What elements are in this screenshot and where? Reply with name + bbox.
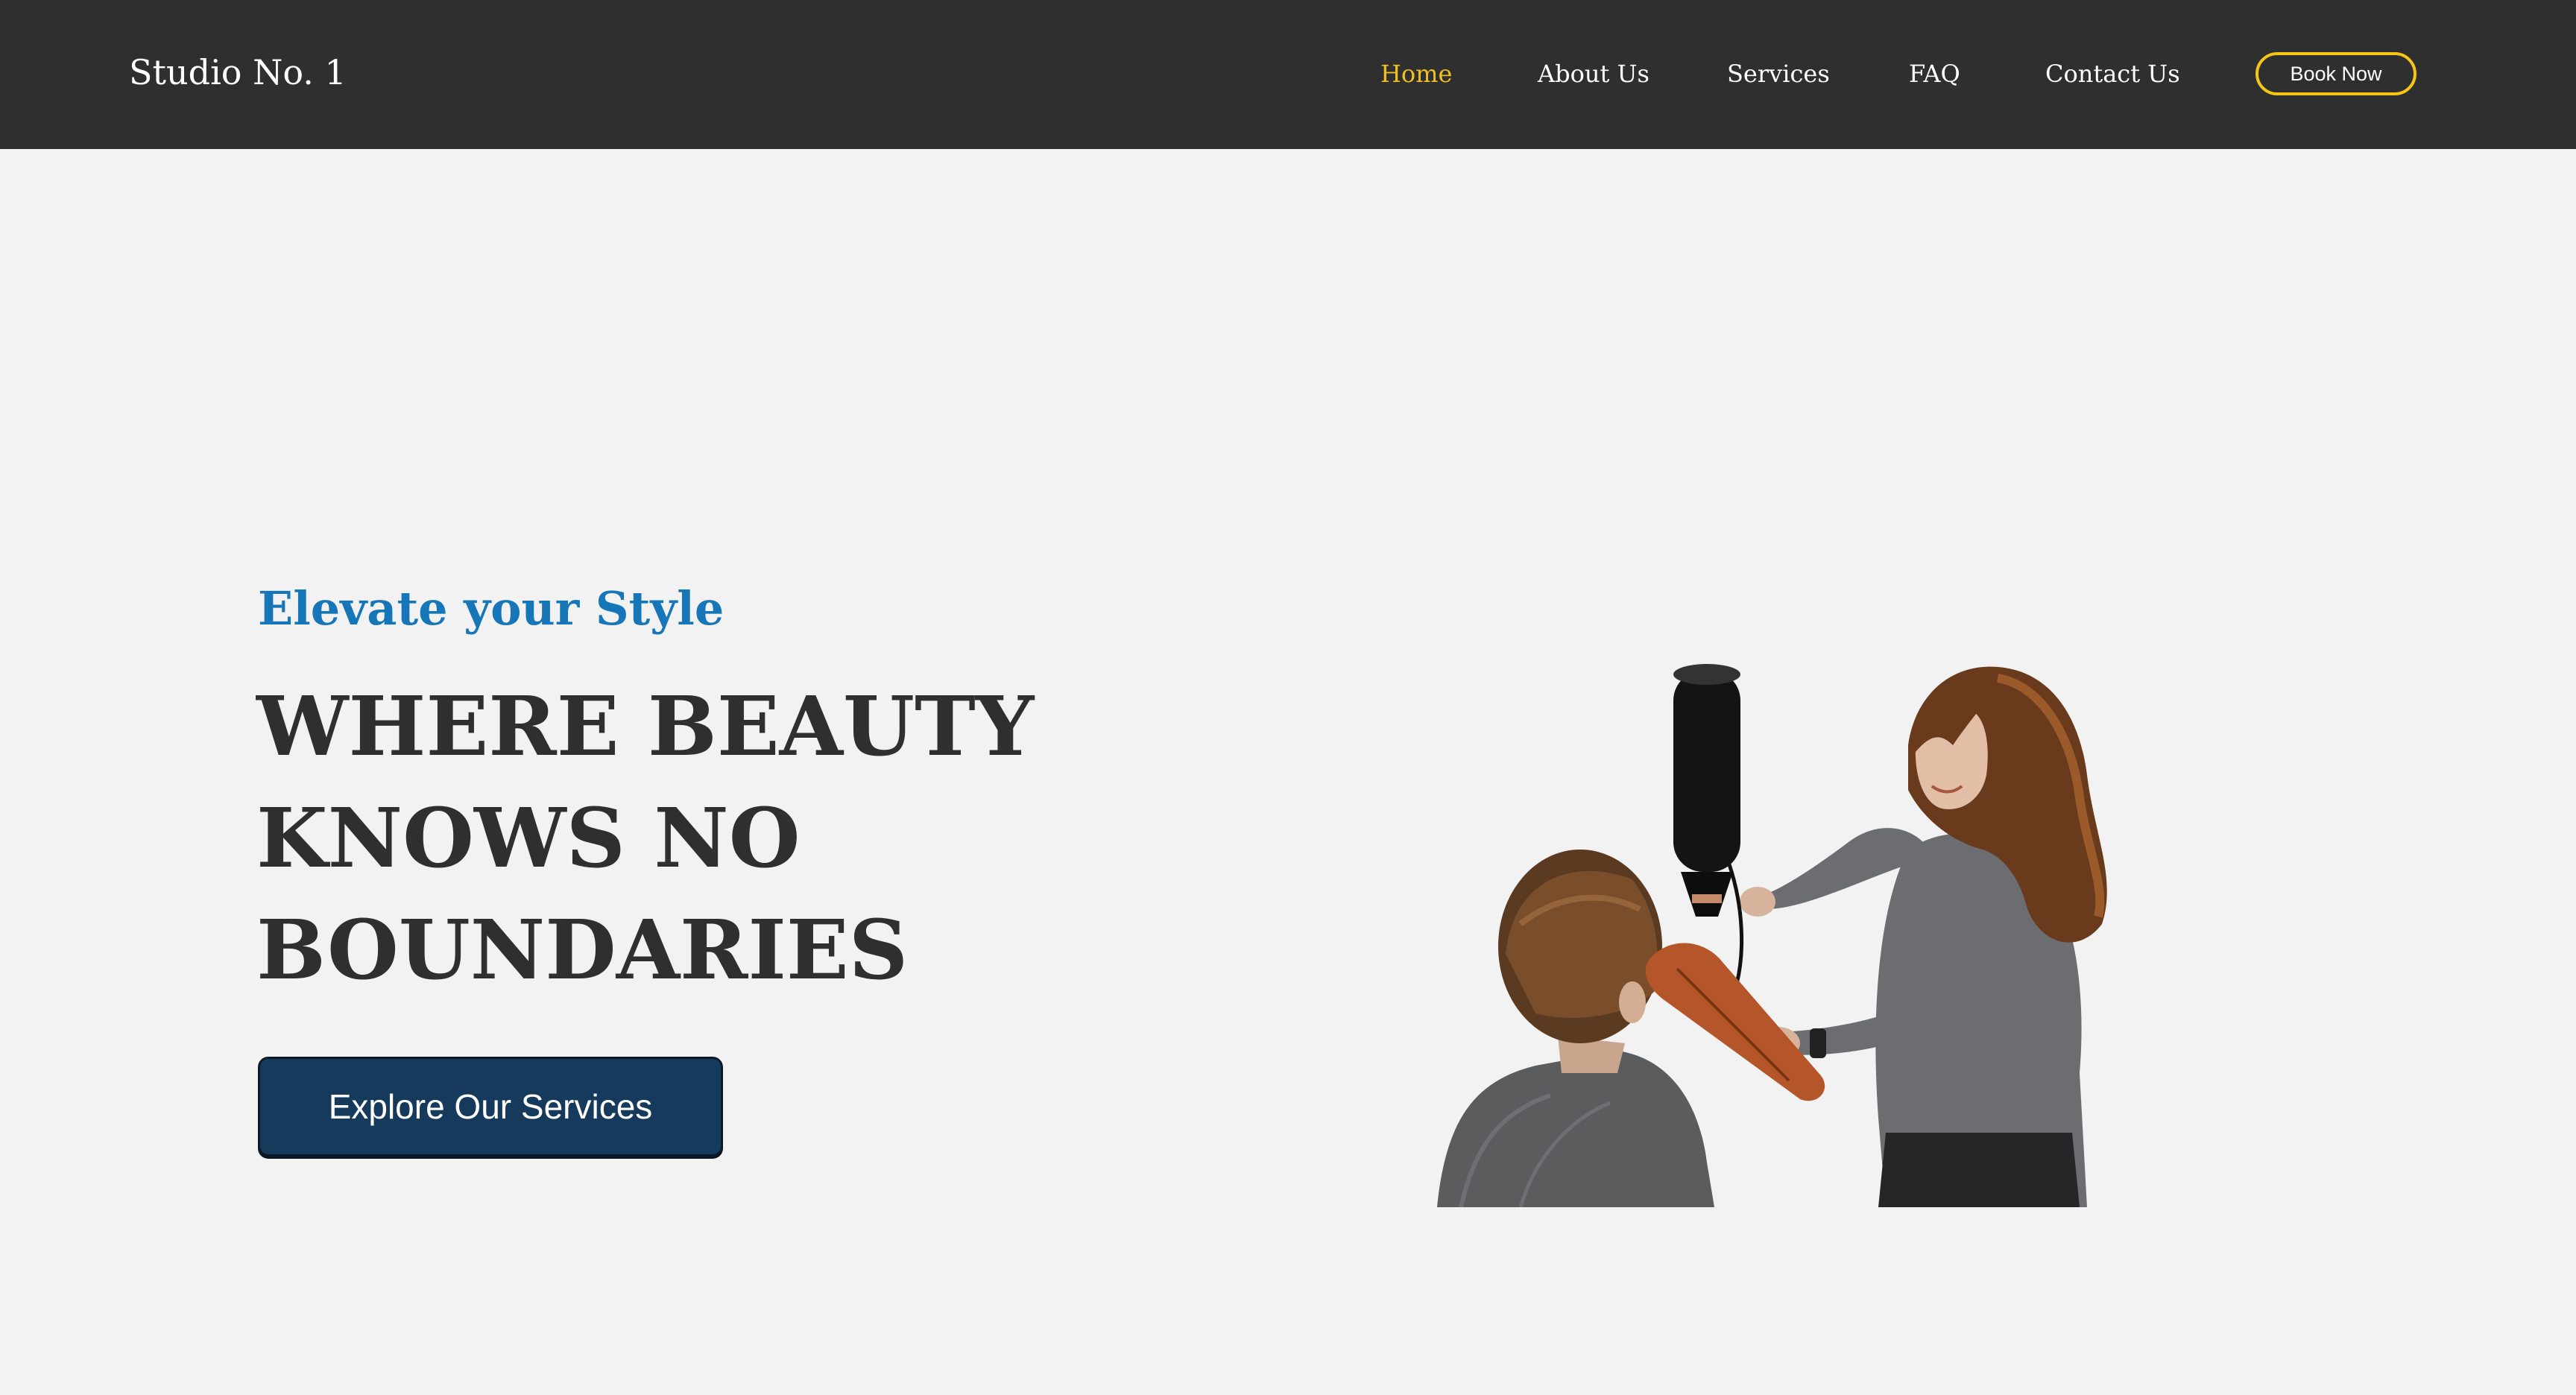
nav-link-faq[interactable]: FAQ — [1909, 60, 1960, 88]
hero-title: WHERE BEAUTY KNOWS NO BOUNDARIES — [256, 671, 1151, 1006]
nav-link-home[interactable]: Home — [1380, 60, 1452, 88]
nav-link-contact-us[interactable]: Contact Us — [2045, 60, 2180, 88]
hero-subtitle: Elevate your Style — [258, 581, 724, 636]
top-navbar: Studio No. 1 Home About Us Services FAQ … — [0, 0, 2576, 149]
hero-title-line: KNOWS NO — [256, 790, 801, 886]
explore-services-button[interactable]: Explore Our Services — [258, 1057, 723, 1157]
hero-title-line: WHERE BEAUTY — [256, 678, 1035, 774]
hero-stylist-image — [1437, 664, 2107, 1207]
hero-title-line: BOUNDARIES — [256, 902, 909, 998]
nav-link-services[interactable]: Services — [1727, 60, 1830, 88]
book-now-button[interactable]: Book Now — [2255, 52, 2416, 95]
brand-logo[interactable]: Studio No. 1 — [129, 52, 347, 92]
nav-link-about-us[interactable]: About Us — [1538, 60, 1650, 88]
